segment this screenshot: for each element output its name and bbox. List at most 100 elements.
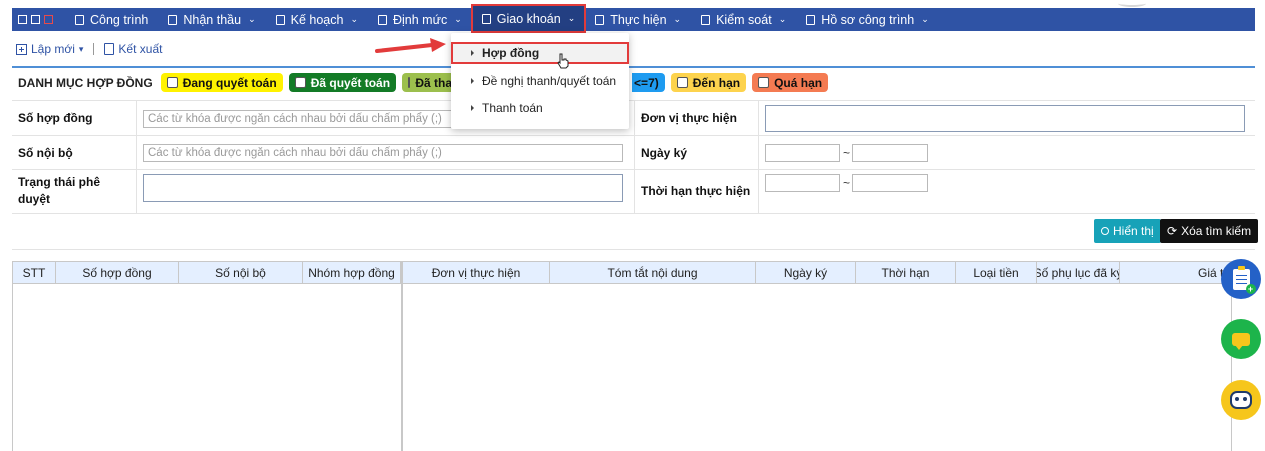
column-header-appendix-count[interactable]: Số phụ lục đã ký (1037, 262, 1120, 283)
internal-no-label: Số nội bộ (18, 146, 73, 160)
range-separator: ~ (843, 176, 851, 190)
checkbox[interactable] (408, 77, 411, 88)
nav-item-ho-so-cong-trinh[interactable]: Hồ sơ công trình ⌄ (796, 8, 939, 31)
section-divider (12, 249, 1255, 250)
column-header-contract-group[interactable]: Nhóm hợp đồng (303, 262, 401, 283)
home-icon[interactable] (18, 15, 27, 24)
nav-item-thuc-hien[interactable]: Thực hiện ⌄ (585, 8, 691, 31)
nav-item-giao-khoan[interactable]: Giao khoán ⌄ (470, 4, 587, 33)
badge-label: Quá hạn (774, 75, 823, 90)
column-header-currency[interactable]: Loại tiền (956, 262, 1037, 283)
chevron-down-icon: ⌄ (673, 14, 682, 24)
nav-item-cong-trinh[interactable]: Công trình (65, 8, 158, 31)
chat-icon (1232, 332, 1250, 350)
label-line: duyệt (18, 192, 51, 206)
internal-no-input[interactable]: Các từ khóa được ngăn cách nhau bởi dấu … (143, 144, 623, 162)
column-header-unit[interactable]: Đơn vị thực hiện (403, 262, 550, 283)
nav-label: Giao khoán (496, 11, 561, 26)
chevron-down-icon: ⌄ (778, 14, 787, 24)
contract-grid: STT Số hợp đồng Số nội bộ Nhóm hợp đồng … (12, 261, 1233, 451)
badge-label: Đã tha (415, 75, 453, 90)
refresh-icon: ⟳ (1167, 224, 1178, 238)
menu-item-thanh-toan[interactable]: Thanh toán (451, 97, 629, 119)
caret-right-icon (471, 105, 474, 111)
sign-date-from[interactable] (765, 144, 840, 162)
status-legend: DANH MỤC HỢP ĐỒNG Đang quyết toán Đã quy… (18, 73, 829, 92)
export-button[interactable]: Kết xuất (104, 42, 162, 56)
chevron-down-icon: ⌄ (248, 14, 256, 24)
chevron-down-icon: ⌄ (454, 14, 462, 24)
checkbox[interactable] (166, 77, 178, 88)
filter-sap-den-han[interactable]: <=7) (632, 73, 665, 92)
sign-date-to[interactable] (852, 144, 928, 162)
building-icon (75, 14, 84, 25)
nav-label: Kiểm soát (716, 12, 772, 27)
clear-label: Xóa tìm kiếm (1181, 224, 1252, 238)
filter-qua-han[interactable]: Quá hạn (752, 73, 829, 92)
approval-status-select[interactable] (143, 174, 623, 202)
form-divider (634, 101, 635, 214)
menu-item-de-nghi-thanh-quyet-toan[interactable]: Đề nghị thanh/quyết toán (451, 70, 629, 92)
show-button[interactable]: Hiển thị (1094, 219, 1161, 243)
menu-label: Thanh toán (482, 101, 543, 115)
column-header-contract-no[interactable]: Số hợp đồng (56, 262, 179, 283)
filter-dang-quyet-toan[interactable]: Đang quyết toán (160, 73, 283, 92)
deadline-label: Thời hạn thực hiện (641, 184, 751, 198)
clipboard-add-button[interactable]: + (1221, 259, 1261, 299)
range-separator: ~ (843, 146, 851, 160)
unit-input[interactable] (765, 105, 1245, 132)
menu-label: Hợp đồng (482, 46, 540, 60)
document-icon (481, 13, 491, 24)
toolbar-divider (93, 43, 95, 55)
chevron-down-icon: ⌄ (921, 14, 929, 24)
new-label: Lập mới (31, 42, 75, 56)
column-header-sign-date[interactable]: Ngày ký (756, 262, 856, 283)
column-header-deadline[interactable]: Thời hạn (856, 262, 956, 283)
column-header-summary[interactable]: Tóm tắt nội dung (550, 262, 756, 283)
column-header-stt[interactable]: STT (13, 262, 56, 283)
checkbox-icon (595, 14, 605, 25)
calendar-icon (275, 14, 285, 25)
grid-red-icon[interactable] (44, 15, 53, 24)
list-title: DANH MỤC HỢP ĐỒNG (18, 75, 153, 90)
show-label: Hiển thị (1113, 224, 1154, 238)
filter-den-han[interactable]: Đến hạn (670, 73, 747, 92)
form-divider (758, 101, 759, 214)
column-header-internal-no[interactable]: Số nội bộ (179, 262, 303, 283)
grid-frozen-splitter[interactable] (401, 262, 403, 451)
checkbox[interactable] (676, 77, 688, 88)
nav-item-ke-hoach[interactable]: Kế hoạch ⌄ (266, 8, 368, 31)
chat-button[interactable] (1221, 319, 1261, 359)
form-divider (136, 101, 137, 214)
toolbar: Lập mới ▾ Kết xuất (16, 42, 162, 56)
caret-right-icon (471, 78, 474, 84)
plus-icon (16, 43, 27, 55)
column-header-value[interactable]: Giá trị (1120, 262, 1233, 283)
annotation-arrow-icon (375, 38, 446, 53)
clear-search-button[interactable]: ⟳ Xóa tìm kiếm (1160, 219, 1259, 243)
badge-label: Đã quyết toán (310, 75, 391, 90)
filter-da-thanh[interactable]: Đã tha (402, 73, 459, 92)
export-icon (104, 43, 115, 55)
briefcase-icon (806, 14, 816, 25)
chevron-down-icon: ⌄ (350, 14, 358, 24)
nav-item-nhan-thau[interactable]: Nhận thầu ⌄ (158, 8, 265, 31)
nav-label: Kế hoạch (290, 12, 344, 27)
support-bot-button[interactable] (1221, 380, 1261, 420)
nav-item-kiem-soat[interactable]: Kiểm soát ⌄ (691, 8, 796, 31)
unit-label: Đơn vị thực hiện (641, 111, 737, 125)
deadline-to[interactable] (852, 174, 928, 192)
grid-icon[interactable] (31, 15, 40, 24)
badge-label: Đến hạn (692, 75, 741, 90)
checkbox[interactable] (294, 77, 306, 88)
checkbox[interactable] (758, 77, 770, 88)
clipboard-icon: + (1232, 265, 1256, 294)
contract-no-label: Số hợp đồng (18, 111, 93, 125)
nav-item-dinh-muc[interactable]: Định mức ⌄ (368, 8, 472, 31)
menu-item-hop-dong[interactable]: Hợp đồng (451, 42, 629, 64)
approval-status-label: Trạng thái phê duyệt (18, 174, 100, 208)
document-icon (168, 14, 178, 25)
filter-da-quyet-toan[interactable]: Đã quyết toán (288, 73, 397, 92)
deadline-from[interactable] (765, 174, 840, 192)
new-button[interactable]: Lập mới ▾ (16, 42, 83, 56)
